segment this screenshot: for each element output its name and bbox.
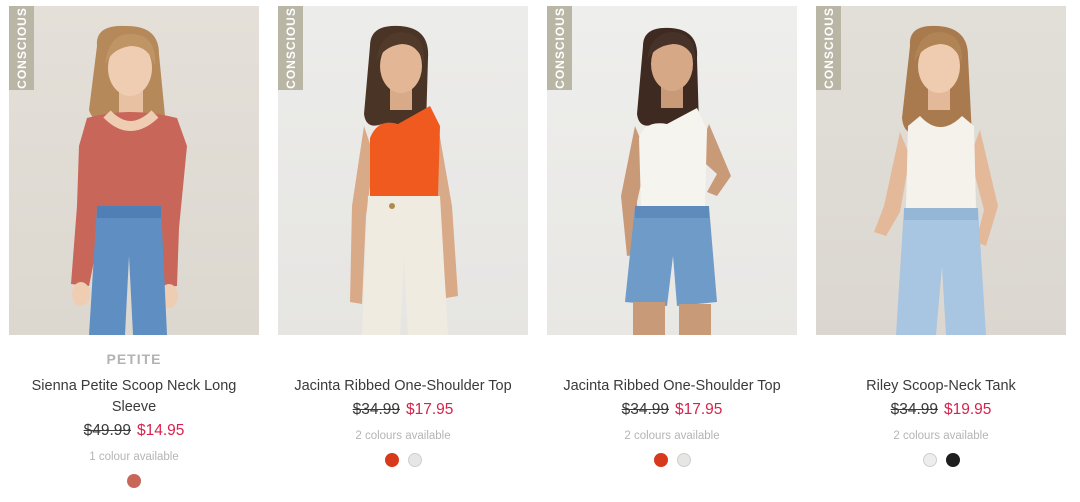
sale-price: $17.95 [406, 401, 454, 418]
colour-swatches [9, 474, 259, 488]
product-image[interactable]: CONSCIOUS [9, 6, 259, 335]
colour-availability: 2 colours available [355, 430, 451, 442]
sale-price: $17.95 [675, 401, 723, 418]
colour-swatches [816, 453, 1066, 467]
product-card[interactable]: CONSCIOUS PETITE Sienna Petite Scoop Nec… [9, 6, 259, 488]
price-row: $34.99 $17.95 [278, 399, 528, 421]
product-image[interactable]: CONSCIOUS [816, 6, 1066, 335]
conscious-badge: CONSCIOUS [278, 6, 303, 90]
product-image[interactable]: CONSCIOUS [547, 6, 797, 335]
conscious-badge: CONSCIOUS [816, 6, 841, 90]
model-photo [874, 25, 998, 335]
colour-swatch-orange[interactable] [384, 453, 399, 467]
product-title[interactable]: Jacinta Ribbed One-Shoulder Top [547, 376, 797, 397]
product-card[interactable]: CONSCIOUS Jacinta Ribbed One-Shoulder To… [547, 6, 797, 467]
original-price: $34.99 [352, 401, 400, 418]
model-photo [350, 25, 458, 335]
model-photo [621, 27, 731, 335]
product-title[interactable]: Riley Scoop-Neck Tank [816, 376, 1066, 397]
colour-availability: 1 colour available [89, 451, 179, 463]
price-row: $34.99 $17.95 [547, 399, 797, 421]
colour-swatch-white[interactable] [407, 453, 422, 467]
conscious-badge: CONSCIOUS [9, 6, 34, 90]
original-price: $34.99 [621, 401, 669, 418]
product-info: Jacinta Ribbed One-Shoulder Top $34.99 $1… [547, 376, 797, 467]
colour-swatch-white[interactable] [676, 453, 691, 467]
product-title[interactable]: Sienna Petite Scoop Neck Long Sleeve [9, 376, 259, 418]
price-row: $34.99 $19.95 [816, 399, 1066, 421]
colour-swatch-orange[interactable] [653, 453, 668, 467]
sub-brand-label: PETITE [106, 351, 162, 367]
colour-swatches [278, 453, 528, 467]
colour-swatch-white[interactable] [922, 453, 937, 467]
sale-price: $19.95 [944, 401, 992, 418]
model-photo [71, 25, 187, 335]
colour-swatch-terracotta[interactable] [127, 474, 141, 488]
original-price: $34.99 [890, 401, 938, 418]
colour-availability: 2 colours available [624, 430, 720, 442]
original-price: $49.99 [83, 422, 131, 439]
conscious-badge: CONSCIOUS [547, 6, 572, 90]
product-info: PETITE Sienna Petite Scoop Neck Long Sle… [9, 351, 259, 488]
product-card[interactable]: CONSCIOUS Jacinta Ribbed One-Shoulder To… [278, 6, 528, 467]
product-info: Jacinta Ribbed One-Shoulder Top $34.99 $1… [278, 376, 528, 467]
product-image[interactable]: CONSCIOUS [278, 6, 528, 335]
colour-swatches [547, 453, 797, 467]
product-grid: CONSCIOUS PETITE Sienna Petite Scoop Nec… [0, 0, 1080, 502]
price-row: $49.99 $14.95 [9, 420, 259, 442]
colour-availability: 2 colours available [893, 430, 989, 442]
product-title[interactable]: Jacinta Ribbed One-Shoulder Top [278, 376, 528, 397]
product-card[interactable]: CONSCIOUS Riley Scoop-Neck Tank $34.99 $1… [816, 6, 1066, 467]
colour-swatch-black[interactable] [945, 453, 960, 467]
product-info: Riley Scoop-Neck Tank $34.99 $19.95 2 col… [816, 376, 1066, 467]
sale-price: $14.95 [137, 422, 185, 439]
